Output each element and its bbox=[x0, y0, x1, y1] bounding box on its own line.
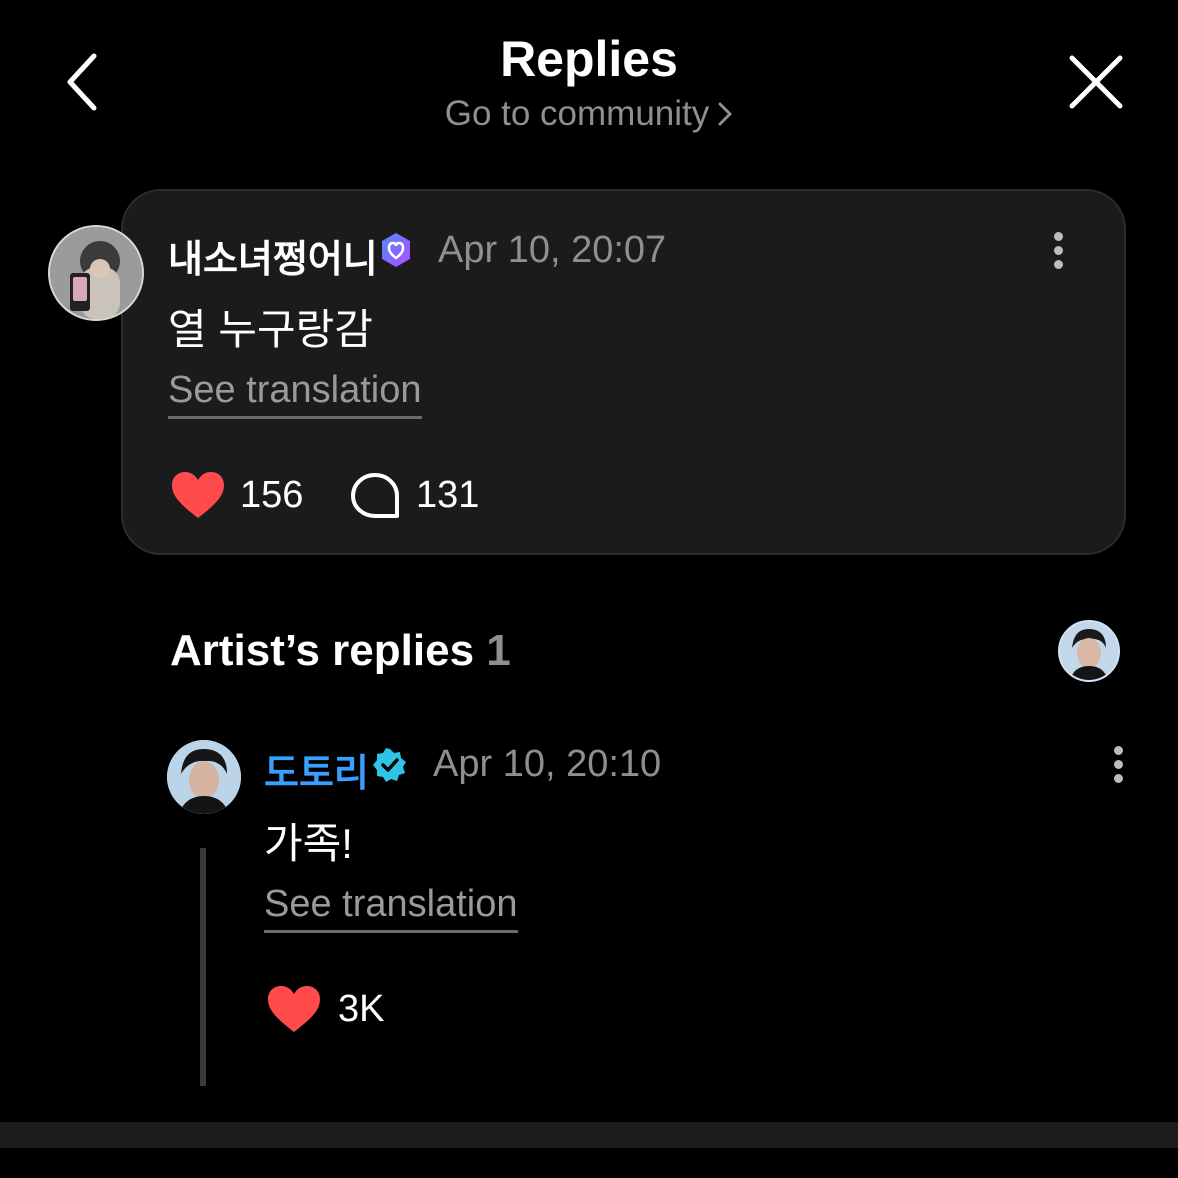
more-icon bbox=[1048, 232, 1068, 269]
verified-badge-icon bbox=[377, 231, 415, 269]
bottom-divider bbox=[0, 1122, 1178, 1148]
reply-like-button[interactable] bbox=[266, 984, 322, 1034]
close-button[interactable] bbox=[1064, 50, 1128, 114]
thread-line bbox=[200, 848, 206, 1086]
artist-replies-title: Artist’s replies bbox=[170, 626, 475, 675]
post-like-count: 156 bbox=[240, 474, 304, 516]
page-title: Replies bbox=[500, 31, 678, 87]
verified-badge-icon bbox=[372, 747, 408, 783]
reply-timestamp: Apr 10, 20:10 bbox=[433, 743, 662, 785]
post-like-button[interactable] bbox=[170, 470, 226, 520]
reply-see-translation-link[interactable]: See translation bbox=[264, 883, 518, 933]
avatar[interactable] bbox=[48, 225, 144, 321]
reply-author-name[interactable]: 도토리 bbox=[264, 742, 369, 797]
heart-icon bbox=[172, 472, 224, 518]
reply-avatar[interactable] bbox=[167, 740, 241, 814]
post-timestamp: Apr 10, 20:07 bbox=[438, 229, 667, 271]
reply-avatar-image bbox=[167, 740, 241, 814]
community-link-label: Go to community bbox=[444, 94, 710, 133]
go-to-community-link[interactable]: Go to community bbox=[0, 94, 1178, 136]
artist-avatar-image bbox=[1060, 622, 1118, 680]
post-comment-count: 131 bbox=[416, 474, 480, 516]
user-avatar-image bbox=[50, 227, 142, 319]
more-icon bbox=[1108, 746, 1128, 783]
post-comment-button[interactable] bbox=[350, 472, 400, 520]
chevron-right-icon bbox=[717, 96, 733, 136]
artist-replies-count: 1 bbox=[486, 626, 511, 675]
post-text: 열 누구랑감 bbox=[168, 306, 373, 353]
artist-avatar-small[interactable] bbox=[1058, 620, 1120, 682]
artist-replies-heading: Artist’s replies 1 bbox=[170, 626, 511, 676]
post-author-name[interactable]: 내소녀쩡어니 bbox=[168, 228, 378, 283]
post-see-translation-link[interactable]: See translation bbox=[168, 369, 422, 419]
reply-more-button[interactable] bbox=[1108, 742, 1128, 790]
reply-like-count: 3K bbox=[338, 988, 385, 1030]
reply-text: 가족! bbox=[264, 820, 353, 867]
comment-icon bbox=[351, 473, 399, 518]
post-more-button[interactable] bbox=[1048, 228, 1068, 276]
close-icon bbox=[1069, 55, 1123, 109]
heart-icon bbox=[268, 986, 320, 1032]
